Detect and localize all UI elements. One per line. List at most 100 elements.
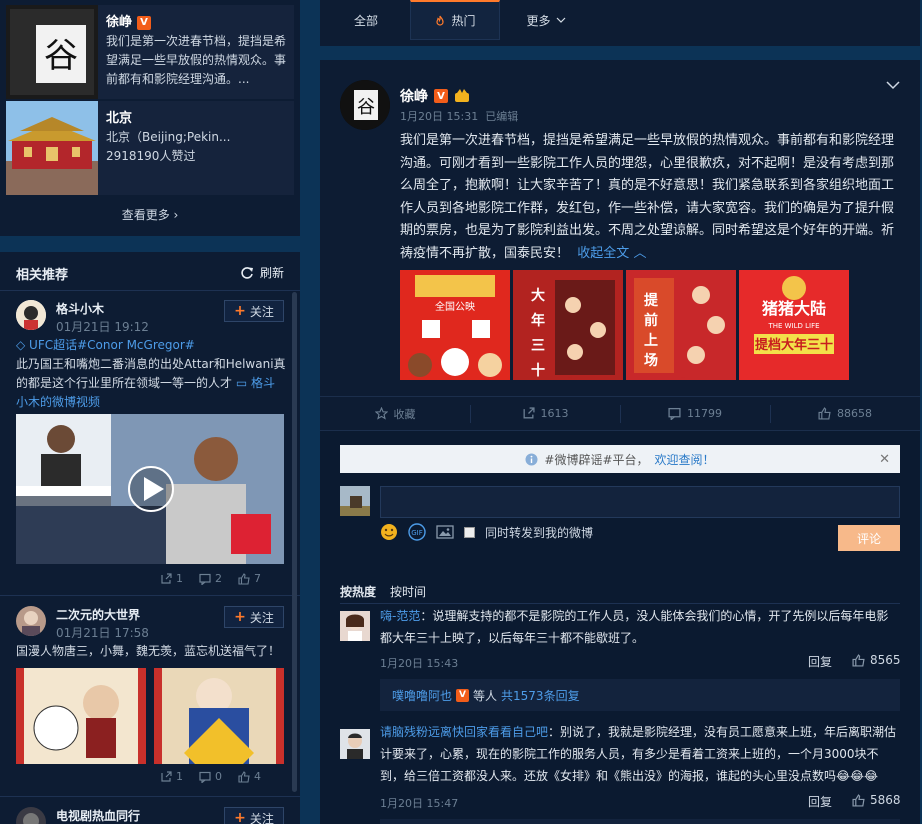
sort-by-time[interactable]: 按时间 (390, 583, 426, 600)
emoji-icon[interactable] (380, 523, 398, 541)
poster-image-2[interactable]: 大年三十大年三十 (513, 270, 623, 380)
like-button[interactable]: 4 (238, 770, 261, 783)
post-time: 01月21日 17:58 (56, 626, 149, 640)
poster-image-3[interactable]: 提前上场提前上场 (626, 270, 736, 380)
beijing-thumbnail (6, 101, 98, 195)
post-text: 我们是第一次进春节档，提挡是希望满足一些早放假的热情观众。事前都有和影院经理沟通… (400, 130, 900, 265)
svg-text:年: 年 (531, 312, 545, 329)
entity-card-beijing[interactable]: 北京 北京（Beijing;Pekin... 2918190人赞过 (6, 101, 294, 195)
avatar[interactable] (16, 606, 46, 636)
svg-text:十: 十 (531, 362, 545, 379)
view-replies-link[interactable]: 共1573条回复 (501, 687, 580, 704)
entity-name[interactable]: 北京 (106, 109, 132, 128)
comment-button[interactable]: 0 (199, 770, 222, 783)
tab-all[interactable]: 全部 (340, 0, 392, 40)
refresh-button[interactable]: 刷新 (240, 264, 284, 281)
comment-like-button[interactable]: 8565 (852, 653, 901, 667)
related-entities-panel: 谷 徐峥 V 我们是第一次进春节档，提挡是希望满足一些早放假的热情观众。事前都有和… (0, 0, 300, 236)
rumor-notice: #微博辟谣#平台， 欢迎查阅！ ✕ (340, 445, 900, 473)
avatar[interactable] (16, 300, 46, 330)
collect-button[interactable]: 收藏 (320, 397, 470, 430)
post-author-name[interactable]: 徐峥 (400, 86, 428, 106)
tab-more[interactable]: 更多 (516, 0, 576, 40)
flame-icon (436, 15, 445, 26)
image-icon[interactable] (436, 524, 454, 540)
follow-button[interactable]: + 关注 (224, 300, 284, 322)
tab-bar: 全部 热门 更多 (320, 0, 920, 46)
entity-card-xuzheng[interactable]: 谷 徐峥 V 我们是第一次进春节档，提挡是希望满足一些早放假的热情观众。事前都有和… (6, 5, 294, 99)
notice-link[interactable]: 欢迎查阅！ (655, 451, 715, 468)
plus-icon: + (234, 810, 246, 824)
comment-button[interactable]: 11799 (620, 397, 770, 430)
commenter-avatar[interactable] (340, 729, 370, 759)
post-image[interactable] (16, 668, 146, 764)
comment-like-button[interactable]: 5868 (852, 793, 901, 807)
like-button[interactable]: 88658 (770, 397, 920, 430)
author-name[interactable]: 二次元的大世界 (56, 606, 140, 623)
chevron-down-icon (556, 17, 565, 23)
scrollbar[interactable] (292, 292, 297, 792)
commenter-name[interactable]: 嗨-范范 (380, 609, 420, 623)
share-button[interactable]: 1 (160, 770, 183, 783)
comment-icon (199, 573, 211, 585)
my-avatar (340, 486, 370, 516)
comment-time: 1月20日 15:47 (380, 797, 459, 810)
post-image[interactable] (154, 668, 284, 764)
post-menu-chevron-icon[interactable] (886, 80, 900, 90)
sort-by-hot[interactable]: 按热度 (340, 583, 376, 600)
forward-checkbox[interactable] (464, 526, 475, 538)
author-name[interactable]: 电视剧热血同行 (56, 807, 140, 824)
svg-text:GIF: GIF (411, 529, 423, 537)
refresh-label: 刷新 (259, 266, 284, 280)
close-icon[interactable]: ✕ (879, 452, 890, 467)
comment-time: 1月20日 15:43 (380, 657, 459, 670)
plus-icon: + (234, 609, 246, 625)
svg-text:前: 前 (644, 312, 658, 329)
see-more-link[interactable]: 查看更多 › (0, 206, 300, 223)
follow-label: 关注 (249, 610, 274, 625)
post-author-avatar[interactable]: 谷 (340, 80, 390, 130)
sub-replies[interactable]: 噗噜噜阿也 V 等人 共1573条回复 (380, 679, 900, 711)
thumb-up-icon (852, 793, 865, 807)
recommend-item: 二次元的大世界 01月21日 17:58 + 关注 国漫人物唐三，小舞，魏无羡，蓝… (0, 596, 290, 796)
post-body: 我们是第一次进春节档，提挡是希望满足一些早放假的热情观众。事前都有和影院经理沟通… (400, 133, 895, 261)
forward-label: 同时转发到我的微博 (485, 525, 594, 540)
follow-label: 关注 (249, 811, 274, 824)
post-detail: 谷 徐峥 V 1月20日 15:31 已编辑 我们是第一次进春节档，提挡是希望满… (320, 60, 920, 824)
collapse-link[interactable]: 收起全文 ︿ (573, 246, 646, 261)
xuzheng-thumbnail: 谷 (6, 5, 98, 99)
commenter-avatar[interactable] (340, 611, 370, 641)
svg-text:全国公映: 全国公映 (435, 300, 475, 313)
svg-text:三: 三 (531, 338, 545, 354)
recommend-item: 电视剧热血同行 + 关注 (0, 797, 290, 824)
poster-image-4[interactable]: 猪猪大陆 THE WILD LIFE 提档大年三十 (739, 270, 849, 380)
share-icon (161, 572, 172, 584)
entity-summary: 我们是第一次进春节档，提挡是希望满足一些早放假的热情观众。事前都有和影院经理沟通… (106, 34, 287, 86)
thumb-up-icon (238, 770, 250, 783)
topic-tag[interactable]: ◇ UFC超话#Conor McGregor# (16, 338, 195, 352)
reply-button[interactable]: 回复 (808, 653, 832, 670)
comment-input[interactable] (380, 486, 900, 518)
entity-name[interactable]: 徐峥 (106, 13, 132, 32)
video-thumbnail[interactable] (16, 414, 284, 564)
submit-comment-button[interactable]: 评论 (838, 525, 900, 551)
follow-button[interactable]: + 关注 (224, 606, 284, 628)
follow-button[interactable]: + 关注 (224, 807, 284, 824)
gif-icon[interactable]: GIF (408, 523, 426, 541)
share-button[interactable]: 1 (160, 572, 183, 585)
comment-sort: 按热度 按时间 (340, 583, 426, 600)
author-name[interactable]: 格斗小木 (56, 300, 104, 317)
tab-hot[interactable]: 热门 (410, 0, 500, 40)
poster-image-1[interactable]: 全国公映 (400, 270, 510, 380)
svg-text:场: 场 (644, 353, 658, 369)
sub-reply-user[interactable]: 噗噜噜阿也 (392, 687, 452, 704)
commenter-name[interactable]: 请脑残粉远离快回家看看自己吧 (380, 725, 548, 739)
post-actions: 收藏 1613 11799 88658 (320, 396, 920, 430)
post-author: 徐峥 V (400, 86, 470, 106)
like-button[interactable]: 7 (238, 572, 261, 585)
svg-text:大: 大 (531, 287, 545, 304)
share-button[interactable]: 1613 (470, 397, 620, 430)
reply-button[interactable]: 回复 (808, 793, 832, 810)
avatar[interactable] (16, 807, 46, 824)
comment-button[interactable]: 2 (199, 572, 222, 585)
